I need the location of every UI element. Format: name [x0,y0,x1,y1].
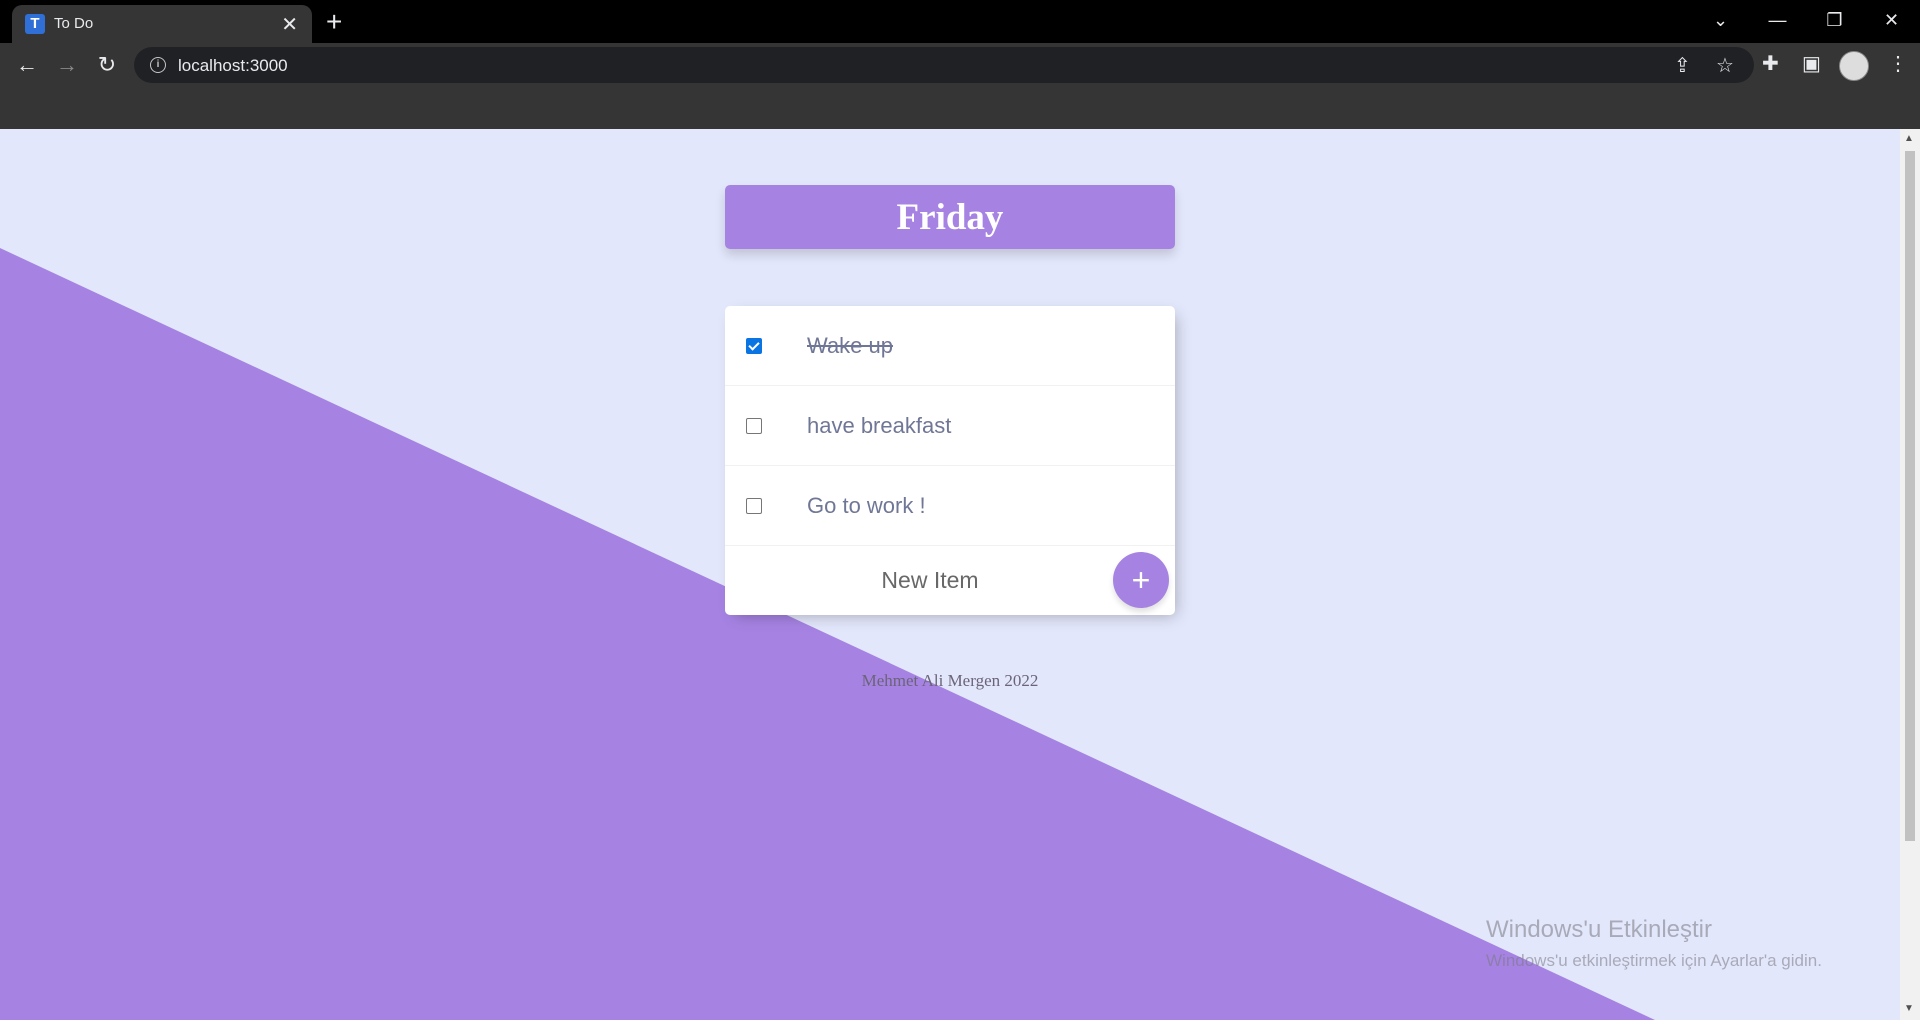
new-item-form: New Item + [725,546,1175,615]
scroll-up-icon[interactable]: ▲ [1904,133,1914,144]
new-tab-button[interactable]: + [326,6,342,38]
bookmark-star-icon[interactable]: ☆ [1716,53,1734,78]
list-item: have breakfast [725,386,1175,466]
share-icon[interactable]: ⇪ [1674,53,1691,78]
todo-list-box: Wake up have breakfast Go to work ! New … [725,306,1175,615]
address-url[interactable]: localhost:3000 [178,56,288,76]
window-controls: ⌄ — ❐ ✕ [1692,0,1920,40]
browser-title-bar: T To Do ✕ + ⌄ — ❐ ✕ [0,0,1920,43]
new-item-input[interactable]: New Item [725,546,1135,615]
forward-arrow-icon[interactable]: → [51,49,83,81]
browser-toolbar: ← → ↻ i localhost:3000 ⇪ ☆ ✚ ▣ ⋮ [0,43,1920,88]
tab-title: To Do [54,15,94,32]
tab-favicon-icon: T [25,14,45,34]
back-arrow-icon[interactable]: ← [11,49,43,81]
close-window-icon[interactable]: ✕ [1863,0,1920,40]
browser-tab[interactable]: T To Do ✕ [12,5,312,43]
footer-text: Mehmet Ali Mergen 2022 [861,671,1039,690]
extensions-puzzle-icon[interactable]: ✚ [1762,51,1779,76]
day-heading-box: Friday [725,185,1175,249]
minimize-icon[interactable]: — [1749,0,1806,40]
scroll-down-icon[interactable]: ▼ [1904,1003,1914,1014]
windows-activation-title: Windows'u Etkinleştir [1486,916,1712,943]
side-panel-icon[interactable]: ▣ [1802,51,1821,76]
bookmarks-bar [0,88,1920,129]
list-item: Wake up [725,306,1175,386]
site-info-icon[interactable]: i [150,57,166,73]
page-title: Friday [896,196,1004,238]
item-checkbox[interactable] [746,417,762,434]
tab-close-icon[interactable]: ✕ [281,12,298,37]
windows-activation-subtitle: Windows'u etkinleştirmek için Ayarlar'a … [1486,951,1822,970]
list-item: Go to work ! [725,466,1175,546]
address-bar[interactable]: i localhost:3000 ⇪ ☆ [134,47,1754,83]
tab-search-chevron-icon[interactable]: ⌄ [1692,0,1749,40]
restore-icon[interactable]: ❐ [1806,0,1863,40]
add-item-button[interactable]: + [1113,552,1169,608]
profile-avatar[interactable] [1839,51,1869,81]
item-checkbox[interactable] [746,497,762,514]
item-text: Go to work ! [807,492,926,518]
menu-kebab-icon[interactable]: ⋮ [1888,51,1908,76]
page-viewport: Friday Wake up have breakfast Go to work… [0,129,1920,1020]
item-text: have breakfast [807,412,952,438]
item-checkbox[interactable] [746,337,762,354]
reload-icon[interactable]: ↻ [91,49,123,81]
scroll-thumb[interactable] [1905,151,1915,841]
page-scrollbar[interactable]: ▲ ▼ [1900,129,1920,1020]
item-text: Wake up [807,332,894,358]
